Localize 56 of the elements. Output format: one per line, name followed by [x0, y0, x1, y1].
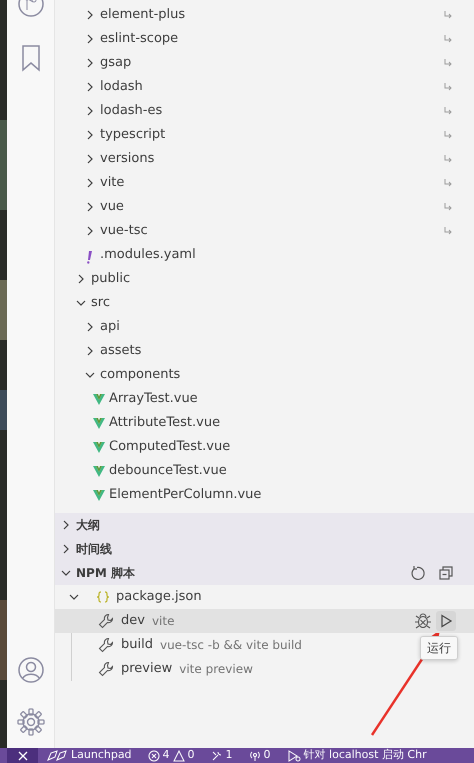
section-header[interactable]: NPM 脚本	[76, 564, 135, 582]
file-name[interactable]: ComputedTest.vue	[109, 437, 474, 457]
folder-name[interactable]: vue-tsc	[100, 221, 440, 241]
vue-file-icon	[93, 392, 105, 406]
section-header[interactable]: 大纲	[76, 516, 100, 534]
script-command: vue-tsc -b && vite build	[160, 637, 302, 654]
file-name[interactable]: ArrayTest.vue	[109, 389, 474, 409]
debug-config-button[interactable]: 针对 localhost 启动 Chr	[278, 748, 435, 763]
bookmark-icon	[20, 44, 40, 72]
script-command: vite preview	[179, 661, 253, 678]
vue-file-icon	[93, 488, 105, 502]
vue-file-icon	[93, 440, 105, 454]
json-file-icon	[96, 590, 110, 604]
account-icon	[16, 656, 44, 684]
warning-icon	[172, 750, 185, 762]
folder-name[interactable]: typescript	[100, 125, 440, 145]
launchpad-button[interactable]: Launchpad	[38, 748, 140, 763]
folder-name[interactable]: vue	[100, 197, 440, 217]
vue-file-icon	[93, 416, 105, 430]
folder-name[interactable]: gsap	[100, 53, 440, 73]
folder-name[interactable]: components	[100, 365, 474, 385]
file-name[interactable]: package.json	[116, 587, 202, 607]
broadcast-icon	[248, 750, 261, 762]
ports-button[interactable]: 0	[240, 748, 279, 763]
remote-button[interactable]	[7, 748, 38, 763]
folder-name[interactable]: lodash-es	[100, 101, 440, 121]
folder-name[interactable]: lodash	[100, 77, 440, 97]
error-icon	[148, 750, 160, 762]
vue-file-icon	[93, 464, 105, 478]
refresh-icon[interactable]	[410, 565, 426, 581]
script-command: vite	[152, 613, 174, 630]
settings-icon	[16, 708, 44, 736]
folder-name[interactable]: public	[91, 269, 474, 289]
script-name[interactable]: build	[121, 635, 153, 655]
collapse-all-icon[interactable]	[438, 565, 454, 581]
folder-name[interactable]: versions	[100, 149, 440, 169]
folder-name[interactable]: vite	[100, 173, 440, 193]
folder-name[interactable]: eslint-scope	[100, 29, 440, 49]
script-name[interactable]: dev	[121, 611, 145, 631]
folder-name[interactable]: api	[100, 317, 474, 337]
file-name[interactable]: AttributeTest.vue	[109, 413, 474, 433]
script-row[interactable]: dev vite	[55, 609, 474, 633]
run-button[interactable]	[436, 611, 456, 631]
folder-name[interactable]: assets	[100, 341, 474, 361]
file-name[interactable]: debounceTest.vue	[109, 461, 474, 481]
problems-button[interactable]: 4 0	[140, 748, 203, 763]
script-name[interactable]: preview	[121, 659, 172, 679]
debug-play-icon	[286, 750, 301, 762]
folder-name[interactable]: src	[91, 293, 474, 313]
file-name[interactable]: ElementPerColumn.vue	[109, 485, 474, 505]
bug-icon[interactable]	[414, 612, 432, 630]
tooltip: 运行	[420, 636, 458, 660]
section-header[interactable]: 时间线	[76, 540, 112, 558]
file-name[interactable]: .modules.yaml	[100, 245, 474, 265]
tools-button[interactable]: 1	[202, 748, 241, 763]
folder-name[interactable]: element-plus	[100, 5, 440, 25]
